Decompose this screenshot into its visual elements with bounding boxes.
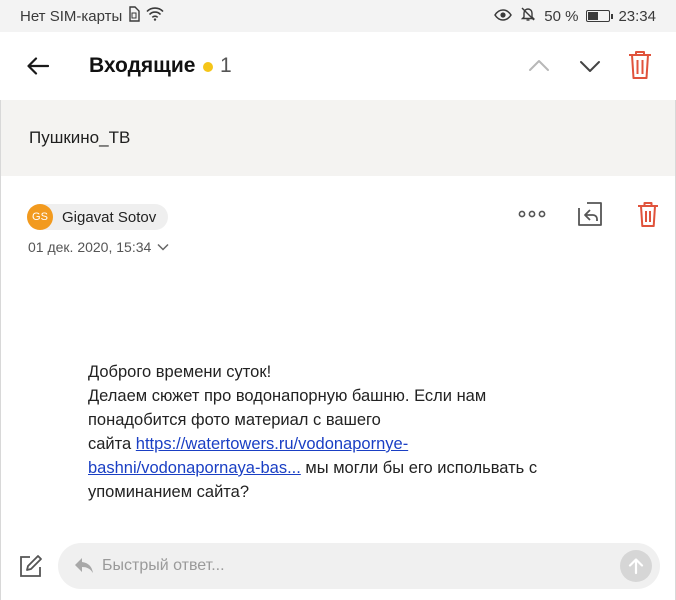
back-button[interactable] <box>22 50 54 82</box>
battery-icon <box>586 10 614 22</box>
trash-icon <box>638 202 658 227</box>
reply-all-icon <box>578 202 602 226</box>
send-button[interactable] <box>620 550 652 582</box>
previous-message-button[interactable] <box>523 50 555 82</box>
battery-percent: 50 % <box>544 7 579 25</box>
chevron-up-icon <box>529 60 549 71</box>
message-date: 01 дек. 2020, 15:34 <box>28 239 152 255</box>
body-text-suffix: мы могли бы его испольвать с <box>300 459 538 477</box>
body-line: понадобится фото материал с вашего <box>88 411 381 429</box>
sim-icon <box>128 6 140 26</box>
body-line: упоминанием сайта? <box>88 483 250 501</box>
website-link-continued[interactable]: bashni/vodonapornaya-bas... <box>88 459 301 477</box>
page-title: Входящие <box>89 54 196 77</box>
app-header: Входящие 1 <box>0 32 676 100</box>
message-subject: Пушкино_ТВ <box>29 128 131 147</box>
chevron-down-icon <box>580 61 600 72</box>
back-arrow-icon <box>27 57 49 75</box>
quick-reply-input[interactable] <box>102 551 602 581</box>
delete-message-button[interactable] <box>624 48 656 82</box>
compose-icon <box>20 555 42 577</box>
status-bar: Нет SIM-карты 50 % 23:34 <box>0 0 676 32</box>
reply-icon <box>75 558 93 573</box>
quick-reply-bar <box>58 543 660 589</box>
body-line: bashni/vodonapornaya-bas... мы могли бы … <box>88 456 568 480</box>
more-options-button[interactable] <box>516 200 548 228</box>
message-date-toggle[interactable]: 01 дек. 2020, 15:34 <box>28 239 169 255</box>
carrier-text: Нет SIM-карты <box>20 7 123 25</box>
body-line: Делаем сюжет про водонапорную башню. Есл… <box>88 387 487 405</box>
chevron-down-icon <box>157 243 169 251</box>
sender-chip[interactable]: GS Gigavat Sotov <box>27 204 169 230</box>
trash-icon <box>629 51 651 79</box>
mute-icon <box>520 6 536 26</box>
avatar: GS <box>27 204 53 230</box>
compose-button[interactable] <box>18 553 44 579</box>
message-subject-bar: Пушкино_ТВ <box>1 100 675 176</box>
arrow-up-icon <box>628 558 644 575</box>
body-line: Доброго времени суток! <box>88 363 272 381</box>
body-line: сайта https://watertowers.ru/vodonaporny… <box>88 432 568 456</box>
eye-icon <box>494 8 513 25</box>
sender-name: Gigavat Sotov <box>62 208 157 226</box>
unread-dot <box>203 62 213 72</box>
wifi-icon <box>146 7 164 25</box>
unread-count: 1 <box>220 54 232 77</box>
battery-fill <box>588 12 599 20</box>
message-body: Доброго времени суток! Делаем сюжет про … <box>88 360 568 504</box>
reply-button[interactable] <box>575 199 605 229</box>
more-icon <box>518 210 546 218</box>
body-text-prefix: сайта <box>88 435 132 453</box>
clock-time: 23:34 <box>618 7 656 25</box>
delete-button[interactable] <box>634 200 662 230</box>
next-message-button[interactable] <box>574 50 606 82</box>
website-link[interactable]: https://watertowers.ru/vodonapornye- <box>136 435 408 453</box>
